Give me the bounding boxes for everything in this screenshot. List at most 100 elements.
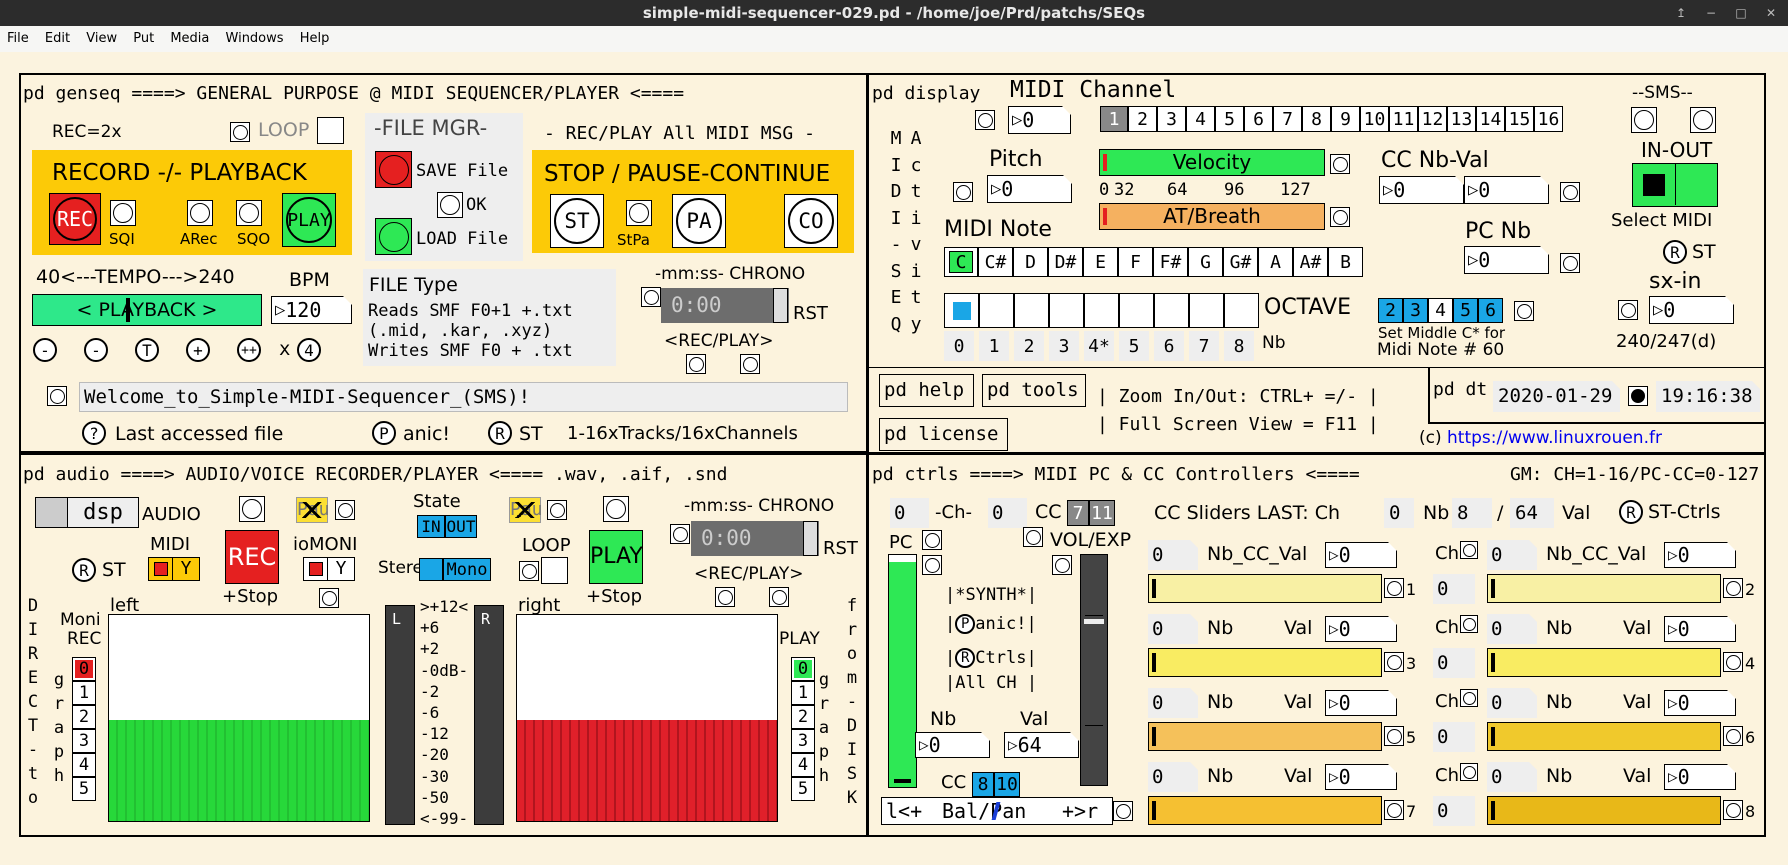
st-ctrls-icon[interactable]: R xyxy=(1619,500,1643,524)
loop-bang[interactable] xyxy=(230,122,250,142)
channel-number[interactable]: ▷ 0 xyxy=(1008,106,1071,134)
rec-graph-4[interactable]: 4 xyxy=(72,753,96,777)
sms-out-bang[interactable] xyxy=(1690,107,1716,133)
pitch-bang[interactable] xyxy=(953,182,973,202)
state-out[interactable]: OUT xyxy=(445,515,477,538)
cc-slider-bang[interactable] xyxy=(1723,726,1743,746)
audio-play-bang-2[interactable] xyxy=(769,587,789,607)
pau-toggle[interactable]: Pau xyxy=(296,497,330,523)
stereo-option[interactable] xyxy=(419,558,443,581)
rec-button[interactable]: REC xyxy=(49,193,101,245)
audio-st-icon[interactable]: R xyxy=(72,558,96,582)
cc-slider-val-number[interactable]: ▷ 0 xyxy=(1325,616,1397,642)
note-dsharp[interactable]: D# xyxy=(1048,247,1083,277)
cc-ch-bang[interactable] xyxy=(1460,689,1478,707)
cc-slider-8[interactable] xyxy=(1487,796,1721,825)
state-in[interactable]: IN xyxy=(417,515,445,538)
octave-1[interactable] xyxy=(979,293,1014,328)
tempo-minus2-button[interactable]: - xyxy=(33,338,57,362)
audio-rst-toggle[interactable] xyxy=(803,521,818,556)
audio-rec-button[interactable]: REC xyxy=(225,530,279,584)
keep-above-icon[interactable]: ↥ xyxy=(1673,5,1689,21)
channel-6[interactable]: 6 xyxy=(1244,106,1273,132)
octave-2[interactable] xyxy=(1014,293,1049,328)
cc-slider-3[interactable] xyxy=(1148,648,1382,677)
menu-file[interactable]: File xyxy=(7,31,29,46)
note-fsharp[interactable]: F# xyxy=(1153,247,1188,277)
rec-graph-5[interactable]: 5 xyxy=(72,777,96,801)
dsp-toggle[interactable]: dsp xyxy=(35,497,139,528)
note-c[interactable]: C xyxy=(944,247,978,277)
audio-loop-toggle[interactable] xyxy=(541,557,568,584)
iomoni-toggle[interactable]: Y xyxy=(303,557,355,581)
menu-view[interactable]: View xyxy=(86,31,117,46)
channel-15[interactable]: 15 xyxy=(1505,106,1534,132)
dt-bang[interactable] xyxy=(1628,386,1648,406)
save-file-button[interactable] xyxy=(375,151,412,188)
menu-windows[interactable]: Windows xyxy=(226,31,284,46)
pd-tools-button[interactable]: pd tools xyxy=(982,374,1086,407)
play-graph-0[interactable]: 0 xyxy=(791,657,815,681)
middle-c-5[interactable]: 5 xyxy=(1453,298,1478,323)
pc-nb-number[interactable]: ▷ 0 xyxy=(1464,246,1549,274)
cc-ch-bang[interactable] xyxy=(1460,615,1478,633)
play-button[interactable]: PLAY xyxy=(282,193,336,247)
play-graph-3[interactable]: 3 xyxy=(791,729,815,753)
sx-in-number[interactable]: ▷ 0 xyxy=(1649,296,1734,324)
cc-7-option[interactable]: 7 xyxy=(1067,500,1089,526)
tempo-plus2-button[interactable]: ++ xyxy=(237,338,261,362)
cc-slider-bang[interactable] xyxy=(1384,652,1404,672)
play-graph-5[interactable]: 5 xyxy=(791,777,815,801)
audio-chrono-bang[interactable] xyxy=(670,524,690,544)
ch-value-1[interactable]: 0 xyxy=(890,498,929,528)
note-f[interactable]: F xyxy=(1118,247,1153,277)
middle-c-3[interactable]: 3 xyxy=(1403,298,1428,323)
cc-slider-bang[interactable] xyxy=(1723,578,1743,598)
chrono-rst-toggle[interactable] xyxy=(773,288,788,323)
play-graph-1[interactable]: 1 xyxy=(791,681,815,705)
cc-8-option[interactable]: 8 xyxy=(972,772,994,797)
ch-value-2[interactable]: 0 xyxy=(988,498,1027,528)
reset-icon[interactable]: R xyxy=(488,421,512,445)
note-b[interactable]: B xyxy=(1328,247,1363,277)
ctrl-val-number[interactable]: ▷ 64 xyxy=(1004,732,1079,758)
audio-rec-bang[interactable] xyxy=(715,587,735,607)
midi-toggle[interactable]: Y xyxy=(148,557,200,581)
sx-in-bang[interactable] xyxy=(1618,300,1638,320)
bal-pan-slider[interactable]: l<+ Bal/Pan +>r xyxy=(881,797,1113,825)
load-file-button[interactable] xyxy=(375,218,412,255)
channel-7[interactable]: 7 xyxy=(1273,106,1302,132)
cc-slider-7[interactable] xyxy=(1148,796,1382,825)
cc-ch-bang[interactable] xyxy=(1460,541,1478,559)
co-button[interactable]: CO xyxy=(784,194,838,248)
vol-bang[interactable] xyxy=(1023,527,1043,547)
panic-icon[interactable]: P xyxy=(372,421,396,445)
ok-bang[interactable] xyxy=(437,192,463,218)
cc-slider-val-number[interactable]: ▷ 0 xyxy=(1325,764,1397,790)
middle-c-2[interactable]: 2 xyxy=(1378,298,1403,323)
channel-14[interactable]: 14 xyxy=(1476,106,1505,132)
play-graph-2[interactable]: 2 xyxy=(791,705,815,729)
audio-play-button[interactable]: PLAY xyxy=(589,530,643,584)
bpm-number[interactable]: ▷ 120 xyxy=(271,296,352,324)
at-breath-slider[interactable]: AT/Breath xyxy=(1099,203,1325,230)
rec-graph-0[interactable]: 0 xyxy=(72,657,96,681)
pau-toggle-2[interactable]: Pau xyxy=(509,497,543,523)
play-audio-bang[interactable] xyxy=(603,496,629,522)
audio-bang[interactable] xyxy=(239,496,265,522)
rec-graph-2[interactable]: 2 xyxy=(72,705,96,729)
vol-exp-vslider[interactable] xyxy=(1080,554,1108,786)
channel-9[interactable]: 9 xyxy=(1331,106,1360,132)
cc-nb-number[interactable]: ▷ 0 xyxy=(1379,176,1464,204)
cc-slider-val-number[interactable]: ▷ 0 xyxy=(1664,764,1736,790)
velocity-bang[interactable] xyxy=(1330,154,1350,174)
octave-8[interactable] xyxy=(1224,293,1259,328)
channel-11[interactable]: 11 xyxy=(1389,106,1418,132)
left-waveform-graph[interactable] xyxy=(108,614,370,822)
pc-vslider[interactable] xyxy=(888,554,917,788)
channel-13[interactable]: 13 xyxy=(1447,106,1476,132)
note-d[interactable]: D xyxy=(1013,247,1048,277)
website-link[interactable]: https://www.linuxrouen.fr xyxy=(1447,428,1662,448)
cc-slider-bang[interactable] xyxy=(1384,578,1404,598)
vol-bang-2[interactable] xyxy=(1052,555,1072,575)
